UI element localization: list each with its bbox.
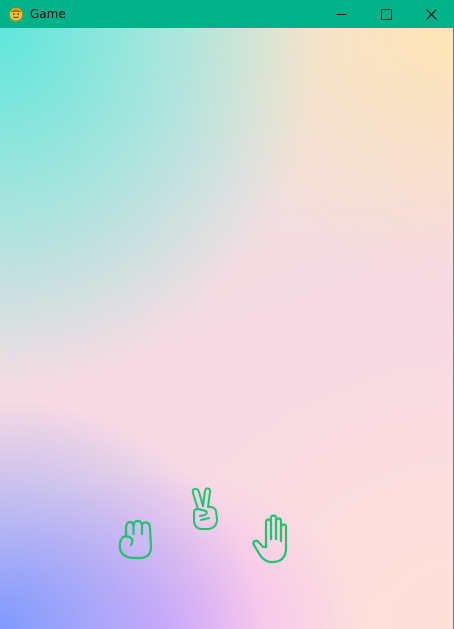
fist-hand-icon bbox=[117, 517, 155, 561]
open-hand-icon bbox=[251, 514, 291, 564]
window-title: Game bbox=[30, 7, 66, 21]
minimize-icon bbox=[336, 5, 347, 24]
window-controls bbox=[319, 0, 454, 28]
close-icon bbox=[426, 5, 437, 24]
smiley-emoji-icon bbox=[8, 6, 24, 22]
rock-button[interactable] bbox=[117, 517, 155, 561]
paper-button[interactable] bbox=[251, 514, 291, 564]
title-bar[interactable]: Game bbox=[0, 0, 454, 28]
maximize-button[interactable] bbox=[364, 0, 409, 28]
game-window: Game bbox=[0, 0, 454, 629]
close-button[interactable] bbox=[409, 0, 454, 28]
maximize-icon bbox=[381, 5, 392, 24]
game-canvas bbox=[0, 28, 453, 629]
victory-hand-icon bbox=[189, 487, 221, 531]
scissors-button[interactable] bbox=[189, 487, 221, 531]
minimize-button[interactable] bbox=[319, 0, 364, 28]
